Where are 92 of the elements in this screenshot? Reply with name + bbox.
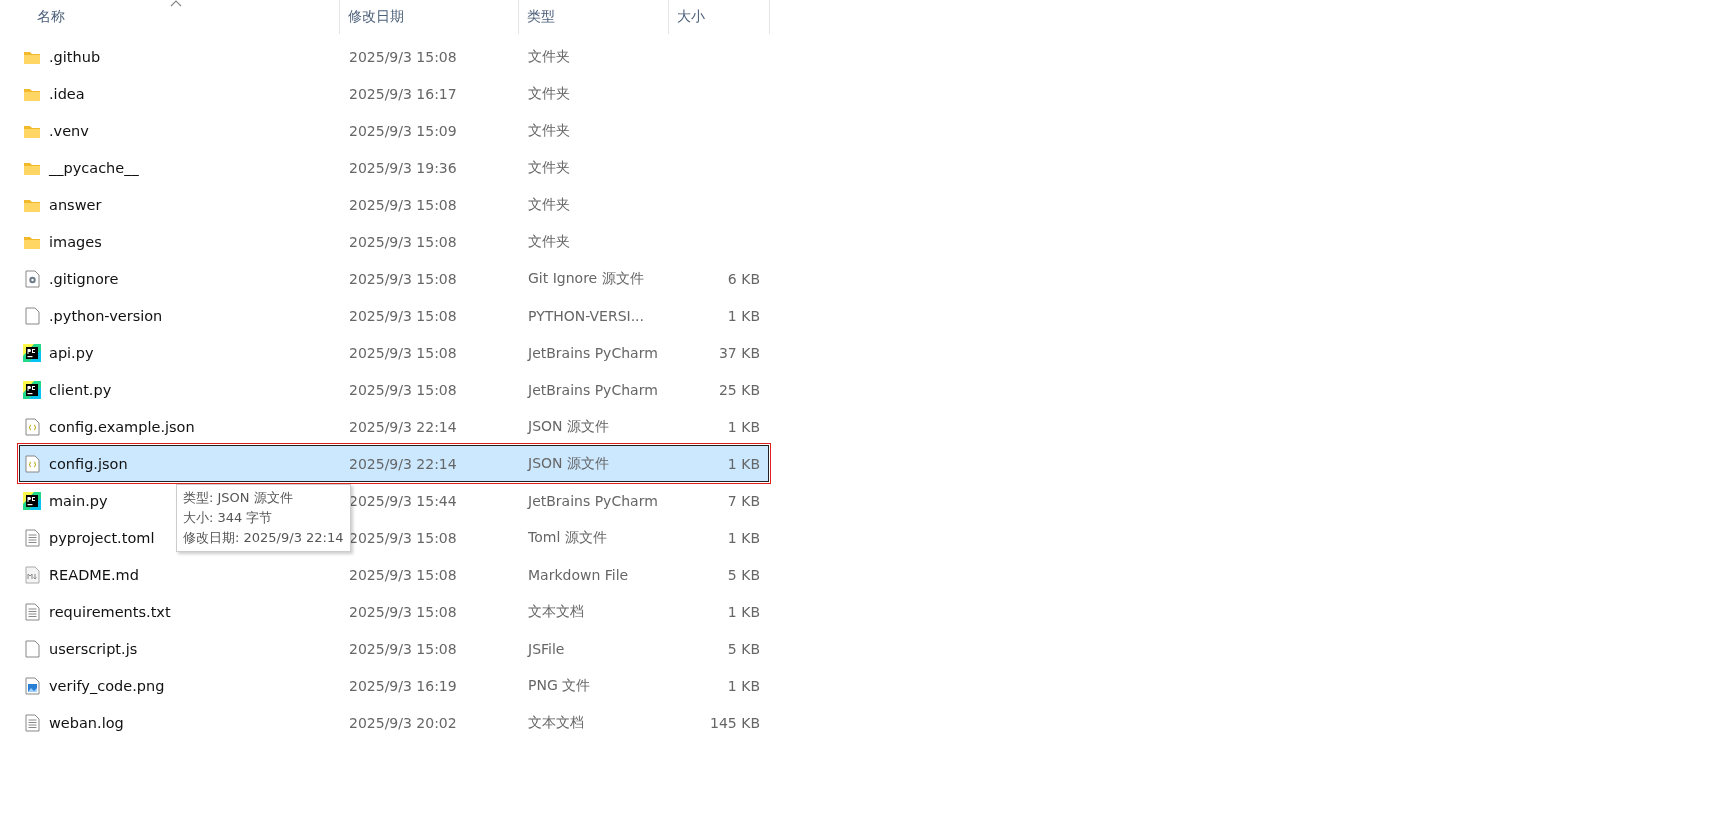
file-type: 文件夹 bbox=[528, 158, 570, 175]
modified-date: 2025/9/3 15:08 bbox=[349, 196, 457, 213]
file-name: weban.log bbox=[49, 714, 124, 731]
file-name: .gitignore bbox=[49, 270, 119, 287]
modified-date: 2025/9/3 16:19 bbox=[349, 677, 457, 694]
text-file-icon bbox=[23, 602, 41, 621]
file-name: .github bbox=[49, 48, 101, 65]
file-size: 5 KB bbox=[727, 566, 760, 583]
modified-date: 2025/9/3 15:08 bbox=[349, 529, 457, 546]
text-file-icon bbox=[23, 713, 41, 732]
file-size: 1 KB bbox=[727, 603, 760, 620]
file-size: 6 KB bbox=[727, 270, 760, 287]
file-size: 1 KB bbox=[727, 307, 760, 324]
file-type: JSON 源文件 bbox=[528, 417, 609, 434]
file-type: 文本文档 bbox=[528, 713, 584, 730]
file-size: 7 KB bbox=[727, 492, 760, 509]
file-type: Toml 源文件 bbox=[528, 528, 607, 545]
file-name: verify_code.png bbox=[49, 677, 165, 694]
modified-date: 2025/9/3 15:08 bbox=[349, 603, 457, 620]
file-size: 1 KB bbox=[727, 677, 760, 694]
file-name: main.py bbox=[49, 492, 108, 509]
tooltip-line: 类型: JSON 源文件 bbox=[183, 489, 294, 507]
file-name: config.json bbox=[49, 455, 128, 472]
column-header[interactable]: 类型 bbox=[527, 8, 555, 26]
file-type: PNG 文件 bbox=[528, 676, 591, 693]
file-type: 文件夹 bbox=[528, 47, 570, 64]
file-type: JetBrains PyCharm bbox=[528, 344, 658, 361]
modified-date: 2025/9/3 22:14 bbox=[349, 455, 457, 472]
file-type: 文件夹 bbox=[528, 84, 570, 101]
file-name: .idea bbox=[49, 85, 85, 102]
modified-date: 2025/9/3 15:08 bbox=[349, 344, 457, 361]
file-size: 25 KB bbox=[718, 381, 760, 398]
file-size: 1 KB bbox=[727, 529, 760, 546]
gear-file-icon bbox=[23, 269, 41, 288]
selected-row[interactable]: config.json 2025/9/3 22:14 JSON 源文件 1 KB bbox=[19, 445, 769, 482]
file-type: PYTHON-VERSI... bbox=[528, 307, 644, 324]
modified-date: 2025/9/3 15:08 bbox=[349, 48, 457, 65]
markdown-file-icon bbox=[23, 565, 41, 584]
tooltip-line: 大小: 344 字节 bbox=[183, 509, 274, 527]
json-file-icon bbox=[23, 454, 41, 473]
file-name: client.py bbox=[49, 381, 112, 398]
file-name: README.md bbox=[49, 566, 139, 583]
column-header[interactable]: 修改日期 bbox=[348, 8, 404, 26]
modified-date: 2025/9/3 15:09 bbox=[349, 122, 457, 139]
modified-date: 2025/9/3 16:17 bbox=[349, 85, 457, 102]
pycharm-icon bbox=[23, 343, 41, 362]
file-name: .venv bbox=[49, 122, 89, 139]
pycharm-icon bbox=[23, 491, 41, 510]
file-size: 37 KB bbox=[718, 344, 760, 361]
file-icon bbox=[23, 639, 41, 658]
file-type: JetBrains PyCharm bbox=[528, 492, 658, 509]
tooltip-line: 修改日期: 2025/9/3 22:14 bbox=[183, 529, 344, 547]
pycharm-icon bbox=[23, 380, 41, 399]
modified-date: 2025/9/3 15:08 bbox=[349, 307, 457, 324]
file-type: Markdown File bbox=[528, 566, 629, 583]
file-size: 5 KB bbox=[727, 640, 760, 657]
modified-date: 2025/9/3 15:08 bbox=[349, 640, 457, 657]
modified-date: 2025/9/3 22:14 bbox=[349, 418, 457, 435]
file-name: images bbox=[49, 233, 102, 250]
json-file-icon bbox=[23, 417, 41, 436]
file-type: 文件夹 bbox=[528, 195, 570, 212]
modified-date: 2025/9/3 15:44 bbox=[349, 492, 457, 509]
column-header[interactable]: 名称 bbox=[37, 8, 65, 26]
file-icon bbox=[23, 306, 41, 325]
modified-date: 2025/9/3 19:36 bbox=[349, 159, 457, 176]
file-name: answer bbox=[49, 196, 102, 213]
file-type: 文件夹 bbox=[528, 232, 570, 249]
file-name: userscript.js bbox=[49, 640, 138, 657]
file-type: JSFile bbox=[528, 640, 565, 657]
file-name: config.example.json bbox=[49, 418, 195, 435]
modified-date: 2025/9/3 15:08 bbox=[349, 270, 457, 287]
column-header[interactable]: 大小 bbox=[677, 8, 705, 26]
file-type: 文件夹 bbox=[528, 121, 570, 138]
modified-date: 2025/9/3 15:08 bbox=[349, 381, 457, 398]
image-file-icon bbox=[23, 676, 41, 695]
file-type: JetBrains PyCharm bbox=[528, 381, 658, 398]
file-size: 145 KB bbox=[710, 714, 760, 731]
modified-date: 2025/9/3 15:08 bbox=[349, 233, 457, 250]
file-name: requirements.txt bbox=[49, 603, 171, 620]
file-name: pyproject.toml bbox=[49, 529, 155, 546]
sort-caret-icon bbox=[169, 0, 182, 7]
file-type: Git Ignore 源文件 bbox=[528, 269, 644, 286]
file-size: 1 KB bbox=[727, 455, 760, 472]
file-name: .python-version bbox=[49, 307, 163, 324]
modified-date: 2025/9/3 20:02 bbox=[349, 714, 457, 731]
file-size: 1 KB bbox=[727, 418, 760, 435]
file-name: __pycache__ bbox=[49, 159, 139, 176]
modified-date: 2025/9/3 15:08 bbox=[349, 566, 457, 583]
text-file-icon bbox=[23, 528, 41, 547]
file-name: api.py bbox=[49, 344, 94, 361]
file-type: JSON 源文件 bbox=[528, 454, 609, 471]
file-type: 文本文档 bbox=[528, 602, 584, 619]
